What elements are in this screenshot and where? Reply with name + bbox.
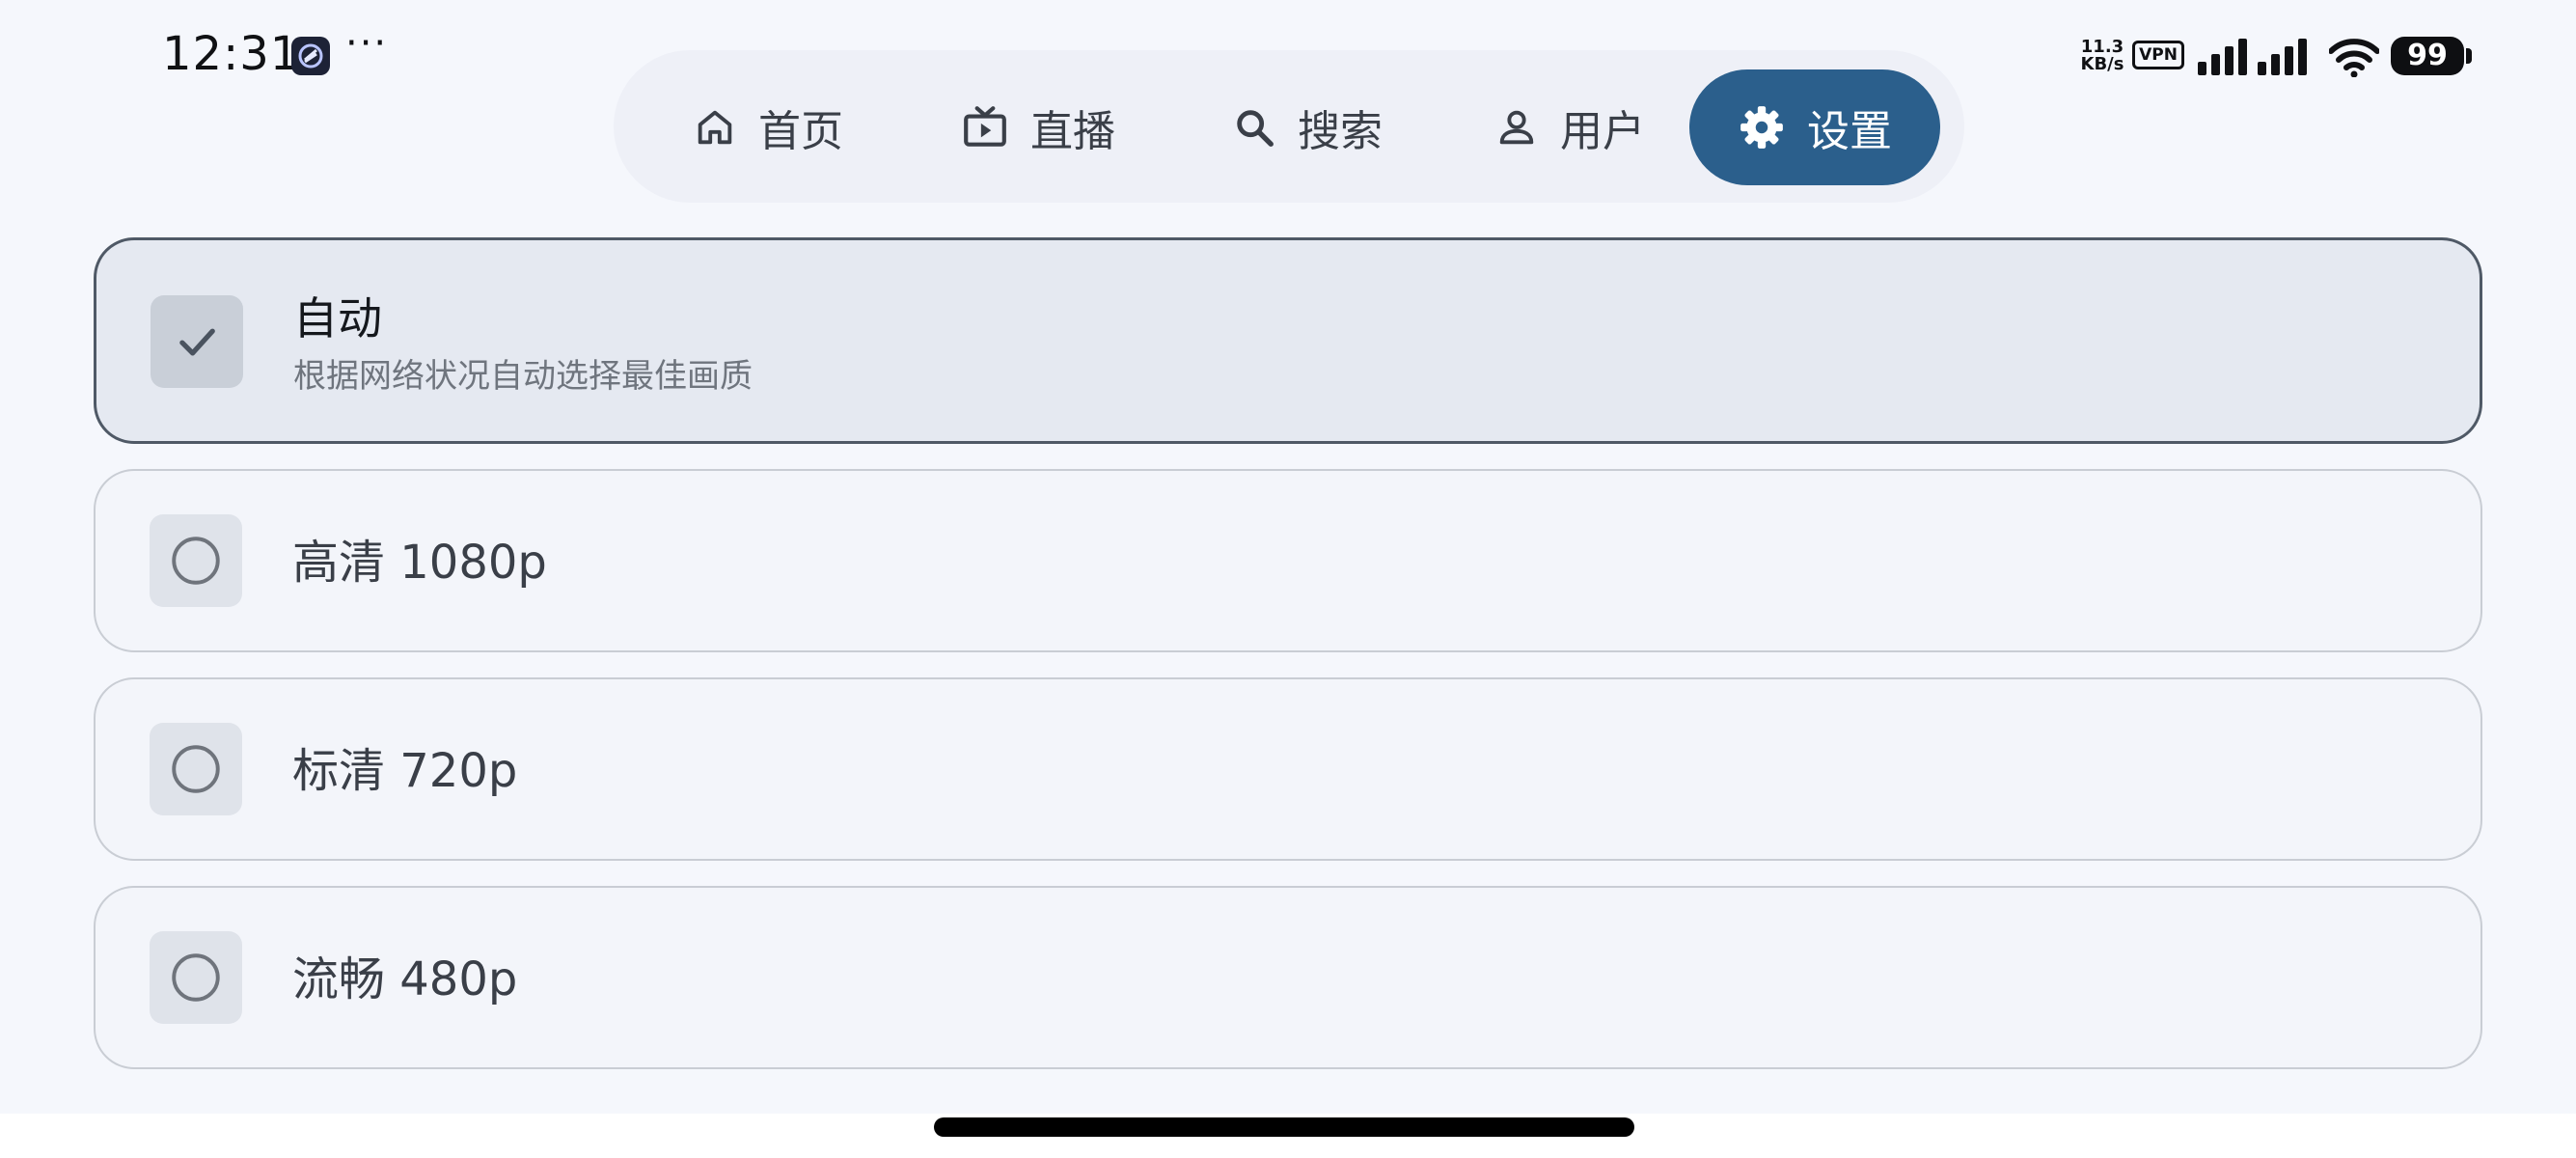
- status-clock: 12:31: [162, 27, 301, 81]
- option-subtitle: 根据网络状况自动选择最佳画质: [293, 357, 753, 396]
- option-title: 标清 720p: [292, 744, 518, 798]
- battery-tip: [2466, 48, 2472, 64]
- radio-unchecked-icon: [172, 953, 220, 1002]
- option-checkbox[interactable]: [151, 295, 243, 388]
- option-radio[interactable]: [150, 723, 242, 815]
- net-speed: 11.3 KB/s: [2076, 39, 2128, 73]
- vpn-badge: VPN: [2132, 41, 2184, 69]
- quality-option-1080p[interactable]: 高清 1080p: [94, 469, 2482, 652]
- app-notification-icon: [291, 37, 330, 75]
- option-radio[interactable]: [150, 931, 242, 1024]
- option-radio[interactable]: [150, 514, 242, 607]
- battery-icon: 99: [2391, 37, 2464, 75]
- option-title: 流畅 480p: [292, 952, 518, 1006]
- radio-unchecked-icon: [172, 745, 220, 793]
- signal-icon: [2198, 39, 2307, 75]
- nav-label-settings: 设置: [1807, 107, 1892, 156]
- gesture-handle[interactable]: [934, 1117, 1634, 1137]
- quality-option-480p[interactable]: 流畅 480p: [94, 886, 2482, 1069]
- nav-item-settings[interactable]: 设置: [1689, 69, 1940, 185]
- home-icon: [698, 110, 732, 145]
- nav-item-user[interactable]: 用户: [1463, 69, 1677, 185]
- nav-label-user: 用户: [1560, 107, 1645, 156]
- nav-item-live[interactable]: 直播: [932, 69, 1144, 185]
- radio-unchecked-icon: [172, 537, 220, 585]
- user-icon: [1499, 110, 1534, 145]
- quality-option-auto[interactable]: 自动 根据网络状况自动选择最佳画质: [94, 237, 2482, 444]
- top-navigation: 首页 直播 搜索 用户 设置: [614, 50, 1964, 203]
- tv-icon: [964, 106, 1006, 147]
- status-more-icon: ···: [345, 21, 389, 66]
- nav-item-home[interactable]: 首页: [671, 69, 864, 185]
- wifi-icon: [2329, 39, 2379, 77]
- option-title: 自动: [293, 292, 382, 345]
- net-speed-unit: KB/s: [2080, 54, 2124, 74]
- quality-option-list: 自动 根据网络状况自动选择最佳画质 高清 1080p 标清 720p 流畅 48…: [94, 237, 2482, 1094]
- nav-label-home: 首页: [758, 107, 843, 156]
- nav-item-search[interactable]: 搜索: [1200, 69, 1414, 185]
- gear-icon: [1740, 106, 1783, 149]
- nav-label-search: 搜索: [1298, 107, 1383, 156]
- nav-label-live: 直播: [1030, 107, 1115, 156]
- option-title: 高清 1080p: [292, 536, 547, 590]
- search-icon: [1237, 110, 1274, 147]
- check-icon: [179, 328, 215, 356]
- quality-option-720p[interactable]: 标清 720p: [94, 677, 2482, 861]
